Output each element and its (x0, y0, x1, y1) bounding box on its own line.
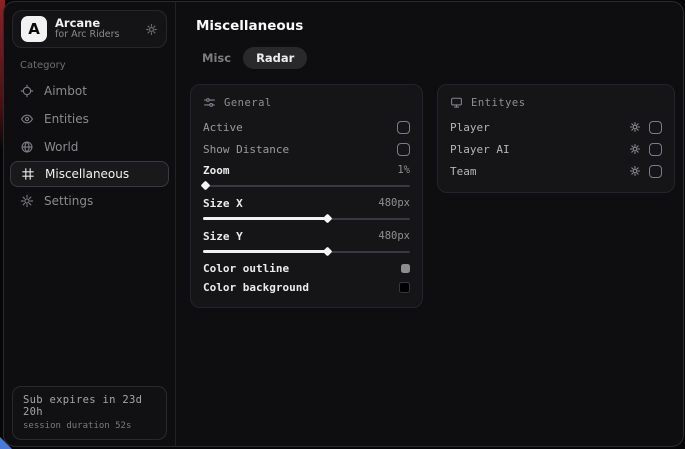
entity-row-team: Team (450, 160, 662, 182)
zoom-value: 1% (397, 164, 410, 176)
show-distance-checkbox[interactable] (397, 143, 410, 156)
slider-thumb[interactable] (323, 247, 333, 257)
size-y-value: 480px (378, 230, 410, 242)
entity-row-player: Player (450, 116, 662, 138)
setting-row-color-outline: Color outline (203, 259, 410, 278)
general-card: General Active Show Distance Zoom 1% (190, 84, 423, 308)
setting-label: Color background (203, 281, 309, 294)
entities-card: Entityes Player P (437, 84, 675, 193)
setting-label: Size X (203, 197, 243, 210)
entity-label: Team (450, 165, 477, 178)
setting-row-zoom: Zoom 1% (203, 160, 410, 190)
session-duration-text: session duration 52s (23, 421, 156, 431)
sidebar-nav: Aimbot Entities World (4, 77, 175, 215)
sidebar-item-aimbot[interactable]: Aimbot (4, 77, 175, 105)
sidebar-item-miscellaneous[interactable]: Miscellaneous (10, 161, 169, 187)
active-checkbox[interactable] (397, 121, 410, 134)
general-card-title: General (224, 97, 272, 109)
brand-subtitle: for Arc Riders (55, 30, 137, 41)
sidebar-item-label: Entities (44, 112, 89, 126)
sliders-icon (203, 96, 216, 109)
slider-fill (203, 217, 327, 220)
sidebar-item-label: Aimbot (44, 84, 87, 98)
slider-thumb[interactable] (201, 181, 211, 191)
sub-expiry-text: Sub expires in 23d 20h (23, 394, 156, 418)
gear-icon[interactable] (629, 121, 641, 133)
cards-row: General Active Show Distance Zoom 1% (190, 84, 675, 308)
monitor-icon (450, 96, 463, 109)
globe-icon (20, 140, 34, 154)
app-window: A Arcane for Arc Riders Category (3, 1, 684, 447)
gear-icon[interactable] (629, 143, 641, 155)
entities-card-header: Entityes (450, 96, 662, 109)
setting-row-size-y: Size Y 480px (203, 226, 410, 256)
eye-icon (20, 112, 34, 126)
color-outline-swatch[interactable] (401, 264, 410, 273)
player-checkbox[interactable] (649, 121, 662, 134)
sidebar-item-settings[interactable]: Settings (4, 187, 175, 215)
page-title: Miscellaneous (196, 18, 675, 34)
entities-card-title: Entityes (471, 97, 526, 109)
entity-label: Player AI (450, 143, 510, 156)
size-y-slider[interactable] (203, 247, 410, 256)
subscription-info-box: Sub expires in 23d 20h session duration … (12, 386, 167, 440)
tab-radar[interactable]: Radar (243, 47, 307, 69)
main-panel: Miscellaneous Misc Radar General (176, 2, 684, 446)
setting-label: Show Distance (203, 143, 289, 156)
entity-label: Player (450, 121, 490, 134)
entity-row-player-ai: Player AI (450, 138, 662, 160)
crosshair-icon (20, 84, 34, 98)
sidebar: A Arcane for Arc Riders Category (4, 2, 176, 446)
brand-card: A Arcane for Arc Riders (12, 10, 167, 48)
slider-track (203, 185, 410, 187)
player-ai-checkbox[interactable] (649, 143, 662, 156)
size-x-value: 480px (378, 197, 410, 209)
setting-row-color-background: Color background (203, 278, 410, 297)
slider-fill (203, 250, 327, 253)
setting-label: Active (203, 121, 243, 134)
gear-icon[interactable] (145, 23, 158, 36)
team-checkbox[interactable] (649, 165, 662, 178)
color-background-swatch[interactable] (399, 282, 410, 293)
sidebar-item-label: Miscellaneous (45, 167, 129, 181)
sidebar-item-entities[interactable]: Entities (4, 105, 175, 133)
brand-text: Arcane for Arc Riders (55, 17, 137, 41)
category-label: Category (20, 60, 175, 71)
setting-label: Size Y (203, 230, 243, 243)
setting-row-active: Active (203, 116, 410, 138)
general-card-header: General (203, 96, 410, 109)
tab-misc[interactable]: Misc (192, 47, 241, 69)
setting-row-show-distance: Show Distance (203, 138, 410, 160)
zoom-slider[interactable] (203, 181, 410, 190)
app-logo: A (21, 16, 47, 42)
sidebar-item-label: World (44, 140, 78, 154)
setting-row-size-x: Size X 480px (203, 193, 410, 223)
gear-icon[interactable] (629, 165, 641, 177)
setting-label: Zoom (203, 164, 230, 177)
gear-icon (20, 194, 34, 208)
tab-bar: Misc Radar (192, 47, 675, 69)
sidebar-item-world[interactable]: World (4, 133, 175, 161)
grid-icon (21, 167, 35, 181)
slider-thumb[interactable] (323, 214, 333, 224)
setting-label: Color outline (203, 262, 289, 275)
sidebar-item-label: Settings (44, 194, 93, 208)
size-x-slider[interactable] (203, 214, 410, 223)
